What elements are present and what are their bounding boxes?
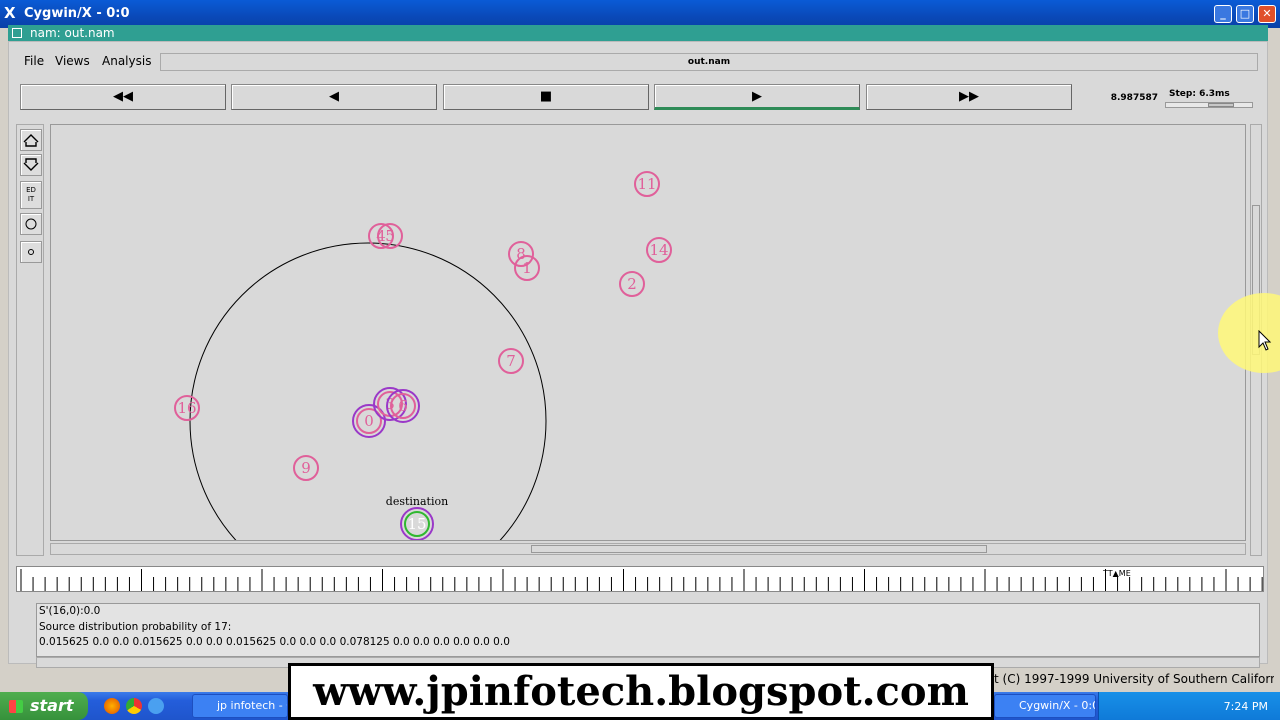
taskbar-item-browser[interactable]: jp infotech - Goo [192,694,288,718]
node-label: 1 [522,259,532,277]
step-label: Step: 6.3ms [1169,89,1230,99]
menu-views[interactable]: Views [55,54,90,68]
fast-forward-button[interactable]: ▶▶ [866,84,1072,110]
network-node-11[interactable]: 11 [634,171,660,197]
node-label: 6 [398,397,408,415]
horizontal-scroll-thumb[interactable] [531,545,987,553]
small-circle-icon[interactable] [20,241,42,263]
ie-icon[interactable] [148,698,164,714]
close-button[interactable]: ✕ [1258,5,1276,23]
edit-button[interactable]: ED IT [20,181,42,209]
window-title: Cygwin/X - 0:0 [24,6,130,21]
canvas-horizontal-scrollbar[interactable] [50,543,1246,555]
timeline-ticks: TT▲ME [20,569,1263,591]
window-icon[interactable] [12,28,22,38]
window-title-bar: X Cygwin/X - 0:0 _ □ ✕ [0,0,1280,28]
nam-title-bar: nam: out.nam [8,25,1268,41]
node-label: 7 [506,352,516,370]
transmission-range-circle [189,242,547,540]
network-node-16[interactable]: 16 [174,395,200,421]
menu-file[interactable]: File [24,54,44,68]
website-banner: www.jpinfotech.blogspot.com [288,663,994,720]
zoom-out-icon[interactable] [20,154,42,176]
network-node-9[interactable]: 9 [293,455,319,481]
x-logo-icon: X [4,4,16,22]
timeline-ruler[interactable]: TT▲ME [16,566,1264,592]
network-canvas[interactable]: 11 4 5 8 1 14 2 7 16 9 0 3 6 15 destination [50,124,1246,541]
network-node-7[interactable]: 7 [498,348,524,374]
node-label: 2 [627,275,637,293]
minimize-button[interactable]: _ [1214,5,1232,23]
windows-logo-icon [9,700,23,713]
step-slider-thumb[interactable] [1208,103,1234,107]
info-line-1: S'(16,0):0.0 [39,605,101,617]
tool-palette: ED IT [16,124,44,556]
network-node-1[interactable]: 1 [514,255,540,281]
rewind-button[interactable]: ◀◀ [20,84,226,110]
clock: 7:24 PM [1223,700,1268,713]
network-node-2[interactable]: 2 [619,271,645,297]
step-back-button[interactable]: ◀ [231,84,437,110]
info-text-panel: S'(16,0):0.0 Source distribution probabi… [36,603,1260,657]
network-node-15[interactable]: 15 [400,507,434,540]
node-label: 16 [177,399,196,417]
step-slider[interactable] [1165,102,1253,108]
maximize-button[interactable]: □ [1236,5,1254,23]
network-node-14[interactable]: 14 [646,237,672,263]
file-name-display: out.nam [160,53,1258,71]
menu-analysis[interactable]: Analysis [102,54,151,68]
network-graph: 114 581142716903 615destination [174,171,672,540]
mouse-cursor-icon [1258,330,1272,351]
taskbar-item-cygwin[interactable]: Cygwin/X - 0:0 [994,694,1096,718]
destination-label: destination [386,495,448,508]
node-label: 11 [637,175,656,193]
firefox-icon[interactable] [104,698,120,714]
node-label: 15 [407,515,426,533]
nam-title: nam: out.nam [30,26,115,40]
timeline-marker[interactable]: TT▲ME [1102,569,1131,578]
info-line-2: Source distribution probability of 17: [39,620,232,633]
step-control[interactable]: Step: 6.3ms [1163,86,1261,112]
zoom-in-icon[interactable] [20,129,42,151]
large-circle-icon[interactable] [20,213,42,235]
copyright-text: t (C) 1997-1999 University of Southern C… [994,672,1274,686]
play-button[interactable]: ▶ [654,84,860,110]
node-label: 0 [364,412,374,430]
node-label: 9 [301,459,311,477]
chrome-icon[interactable] [126,698,142,714]
node-label: 14 [649,241,668,259]
system-tray: 7:24 PM [1098,692,1280,720]
network-node-6[interactable]: 6 [386,389,420,423]
info-line-3: 0.015625 0.0 0.0 0.015625 0.0 0.0 0.0156… [39,636,510,648]
time-display: 8.987587 [1110,93,1158,103]
stop-button[interactable]: ■ [443,84,649,110]
node-label: 5 [385,227,395,245]
